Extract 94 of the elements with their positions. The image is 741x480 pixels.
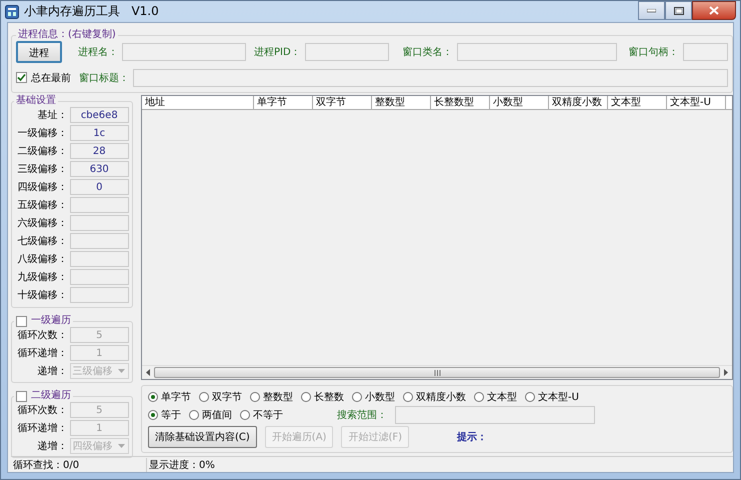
input-field[interactable] [395, 406, 595, 424]
caret-icon [118, 444, 125, 448]
field-label: 八级偏移： [16, 253, 68, 266]
input-field[interactable]: cbe6e8 [70, 107, 129, 123]
field-label: 一级偏移： [16, 127, 68, 140]
input-field[interactable] [70, 233, 129, 249]
app-icon [5, 4, 19, 18]
status-text: 循环查找：0/0 [11, 458, 147, 472]
column-header[interactable]: 小数型 [490, 96, 549, 109]
radio-label[interactable]: 单字节 [161, 390, 191, 404]
radio-button[interactable] [301, 392, 311, 402]
radio-button[interactable] [240, 410, 250, 420]
field-label: 循环次数： [16, 329, 68, 342]
field-label: 九级偏移： [16, 270, 68, 284]
field-label: 五级偏移： [16, 199, 68, 212]
radio-button[interactable] [148, 392, 158, 402]
input-field[interactable] [304, 42, 389, 60]
column-header[interactable]: 文本型 [608, 96, 667, 109]
group-title: 进程信息：(右键复制) [17, 29, 117, 41]
input-field[interactable]: 0 [70, 179, 129, 195]
checkbox[interactable] [16, 72, 27, 83]
radio-button[interactable] [403, 392, 413, 402]
radio-button[interactable] [474, 392, 484, 402]
input-field[interactable] [70, 215, 129, 231]
maximize-icon [674, 6, 684, 14]
radio-label[interactable]: 双字节 [212, 390, 242, 404]
field-label: 七级偏移： [16, 234, 68, 248]
scroll-right-icon [724, 369, 728, 376]
radio-button[interactable] [199, 392, 209, 402]
radio-label[interactable]: 长整数 [314, 390, 344, 404]
status-text: 显示进度：0% [148, 458, 215, 472]
radio-button[interactable] [525, 392, 535, 402]
field-label: 四级偏移： [16, 181, 68, 194]
field-label: 循环递增： [16, 346, 68, 360]
input-field[interactable] [456, 42, 617, 60]
radio-label[interactable]: 等于 [161, 408, 181, 422]
field-label: 基址： [36, 108, 68, 122]
radio-label[interactable]: 两值间 [202, 408, 232, 422]
radio-button[interactable] [250, 392, 260, 402]
column-header[interactable]: 整数型 [372, 96, 431, 109]
close-icon [709, 6, 719, 15]
input-field[interactable] [70, 269, 129, 285]
column-header[interactable]: 文本型-U [667, 96, 726, 109]
radio-label[interactable]: 文本型 [487, 390, 517, 404]
radio-label[interactable]: 整数型 [263, 390, 293, 404]
input-field[interactable]: 1c [70, 125, 129, 141]
input-field[interactable] [682, 42, 728, 60]
minimize-button[interactable] [638, 1, 665, 20]
minimize-icon [647, 8, 656, 12]
grip-icon [434, 370, 440, 376]
checkbox-label[interactable]: 总在最前 [31, 70, 71, 84]
radio-button[interactable] [352, 392, 362, 402]
input-field[interactable]: 28 [70, 143, 129, 159]
scroll-left-icon [146, 369, 150, 376]
field-label: 进程PID： [254, 46, 301, 58]
field-label: 二级偏移： [16, 145, 68, 158]
radio-button[interactable] [189, 410, 199, 420]
radio-label[interactable]: 文本型-U [538, 390, 579, 404]
field-label: 进程名： [78, 46, 118, 58]
action-button[interactable]: 清除基础设置内容(C) [148, 426, 257, 448]
group-title: 基础设置 [15, 95, 57, 107]
field-label: 十级偏移： [16, 288, 68, 302]
field-label: 窗口句柄： [628, 46, 679, 58]
column-header[interactable]: 双精度小数 [549, 96, 608, 109]
input-field[interactable] [122, 42, 246, 60]
input-field[interactable] [70, 197, 129, 213]
field-label: 三级偏移： [16, 163, 68, 176]
field-label: 循环次数： [16, 404, 68, 417]
input-field[interactable] [70, 287, 129, 303]
radio-button[interactable] [148, 410, 158, 420]
field-label: 递增： [36, 364, 68, 378]
process-button[interactable]: 进程 [16, 40, 62, 62]
column-header[interactable]: 双字节 [313, 96, 372, 109]
input-field[interactable]: 630 [70, 161, 129, 177]
field-label: 递增： [36, 440, 68, 453]
column-header[interactable]: 地址 [142, 96, 254, 109]
field-label: 六级偏移： [16, 216, 68, 230]
field-label: 窗口标题： [79, 72, 129, 84]
hint-text: 提示： [457, 430, 488, 444]
column-header[interactable]: 单字节 [254, 96, 313, 109]
input-field[interactable] [133, 68, 728, 86]
field-label: 窗口类名： [402, 46, 453, 58]
radio-label[interactable]: 双精度小数 [416, 390, 466, 404]
radio-label[interactable]: 不等于 [253, 408, 283, 422]
close-button[interactable] [692, 1, 736, 20]
maximize-button[interactable] [665, 1, 692, 20]
field-label: 循环递增： [16, 422, 68, 435]
radio-label[interactable]: 小数型 [365, 390, 395, 404]
field-label: 搜索范围： [337, 408, 387, 422]
column-header[interactable]: 长整数型 [431, 96, 490, 109]
caret-icon [118, 369, 125, 373]
input-field[interactable] [70, 251, 129, 267]
scrollbar[interactable] [142, 365, 732, 379]
window-title: 小聿内存遍历工具 V1.0 [24, 3, 159, 20]
